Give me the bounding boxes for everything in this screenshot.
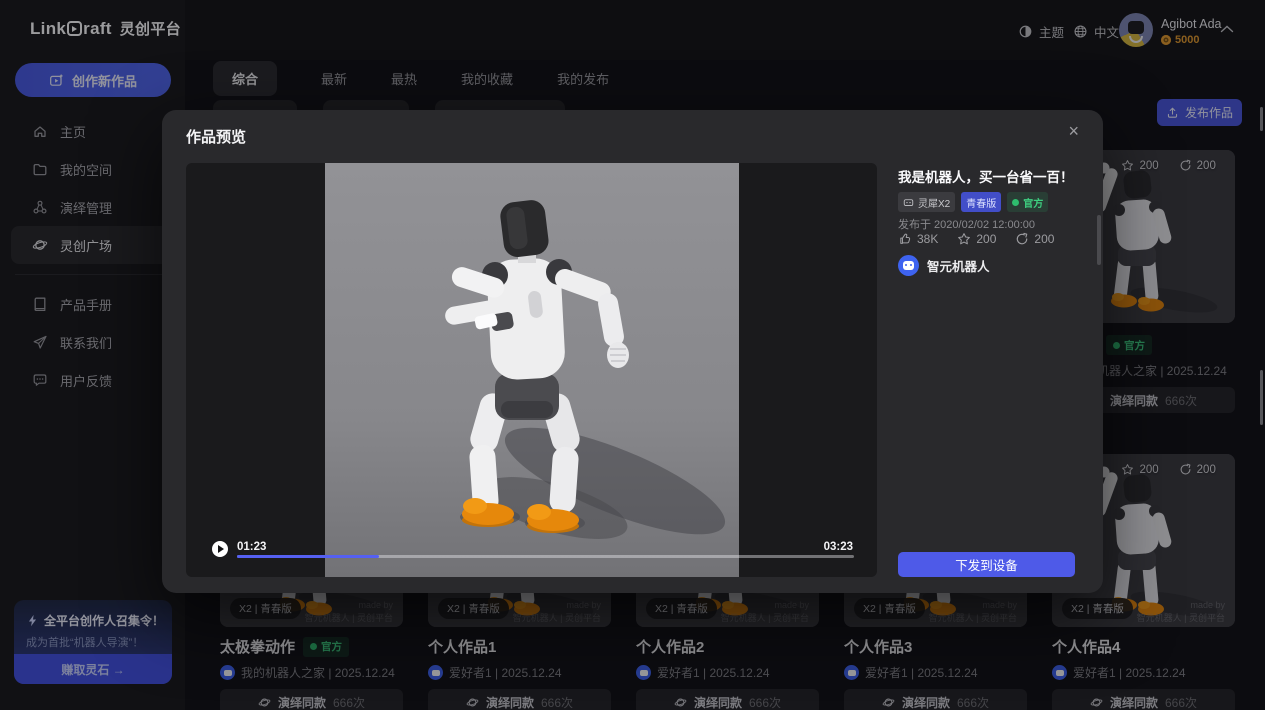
play-button[interactable] <box>212 541 228 557</box>
robot-video-image <box>325 163 739 577</box>
work-info-panel: 我是机器人，买一台省一百！ 灵犀X2 青春版 官方 发布于 2020/02/02… <box>898 110 1075 593</box>
page-scrollbar[interactable] <box>1260 370 1263 425</box>
model-tag: 灵犀X2 <box>898 192 955 212</box>
video-duration: 03:23 <box>824 541 853 553</box>
work-preview-modal: 作品预览 × <box>162 110 1103 593</box>
work-tags: 灵犀X2 青春版 官方 <box>898 192 1048 212</box>
modal-title: 作品预览 <box>186 126 246 147</box>
video-progress-fill <box>237 555 379 558</box>
page-scrollbar[interactable] <box>1260 107 1263 131</box>
work-stats: 38K 200 200 <box>898 232 1054 246</box>
send-to-device-button[interactable]: 下发到设备 <box>898 552 1075 577</box>
work-author[interactable]: 智元机器人 <box>898 255 990 276</box>
work-title: 我是机器人，买一台省一百！ <box>898 166 1074 186</box>
star-icon[interactable] <box>957 232 971 246</box>
thumbs-up-icon[interactable] <box>898 232 912 246</box>
official-tag: 官方 <box>1007 192 1048 212</box>
publish-date: 发布于 2020/02/02 12:00:00 <box>898 216 1035 232</box>
author-name: 智元机器人 <box>927 256 990 275</box>
author-avatar <box>898 255 919 276</box>
video-frame <box>325 163 739 577</box>
video-player[interactable]: 01:23 03:23 <box>186 163 877 577</box>
app-window: Linkraft 灵创平台 创作新作品 主页 我的空间 演绎管理 灵创广场 产品… <box>0 0 1265 710</box>
share-icon[interactable] <box>1015 232 1029 246</box>
edition-tag: 青春版 <box>961 192 1001 212</box>
robot-screen-icon <box>903 197 914 208</box>
official-dot-icon <box>1012 199 1019 206</box>
video-current-time: 01:23 <box>237 541 266 553</box>
video-progress-bar[interactable] <box>237 555 854 558</box>
modal-scrollbar[interactable] <box>1097 215 1101 265</box>
